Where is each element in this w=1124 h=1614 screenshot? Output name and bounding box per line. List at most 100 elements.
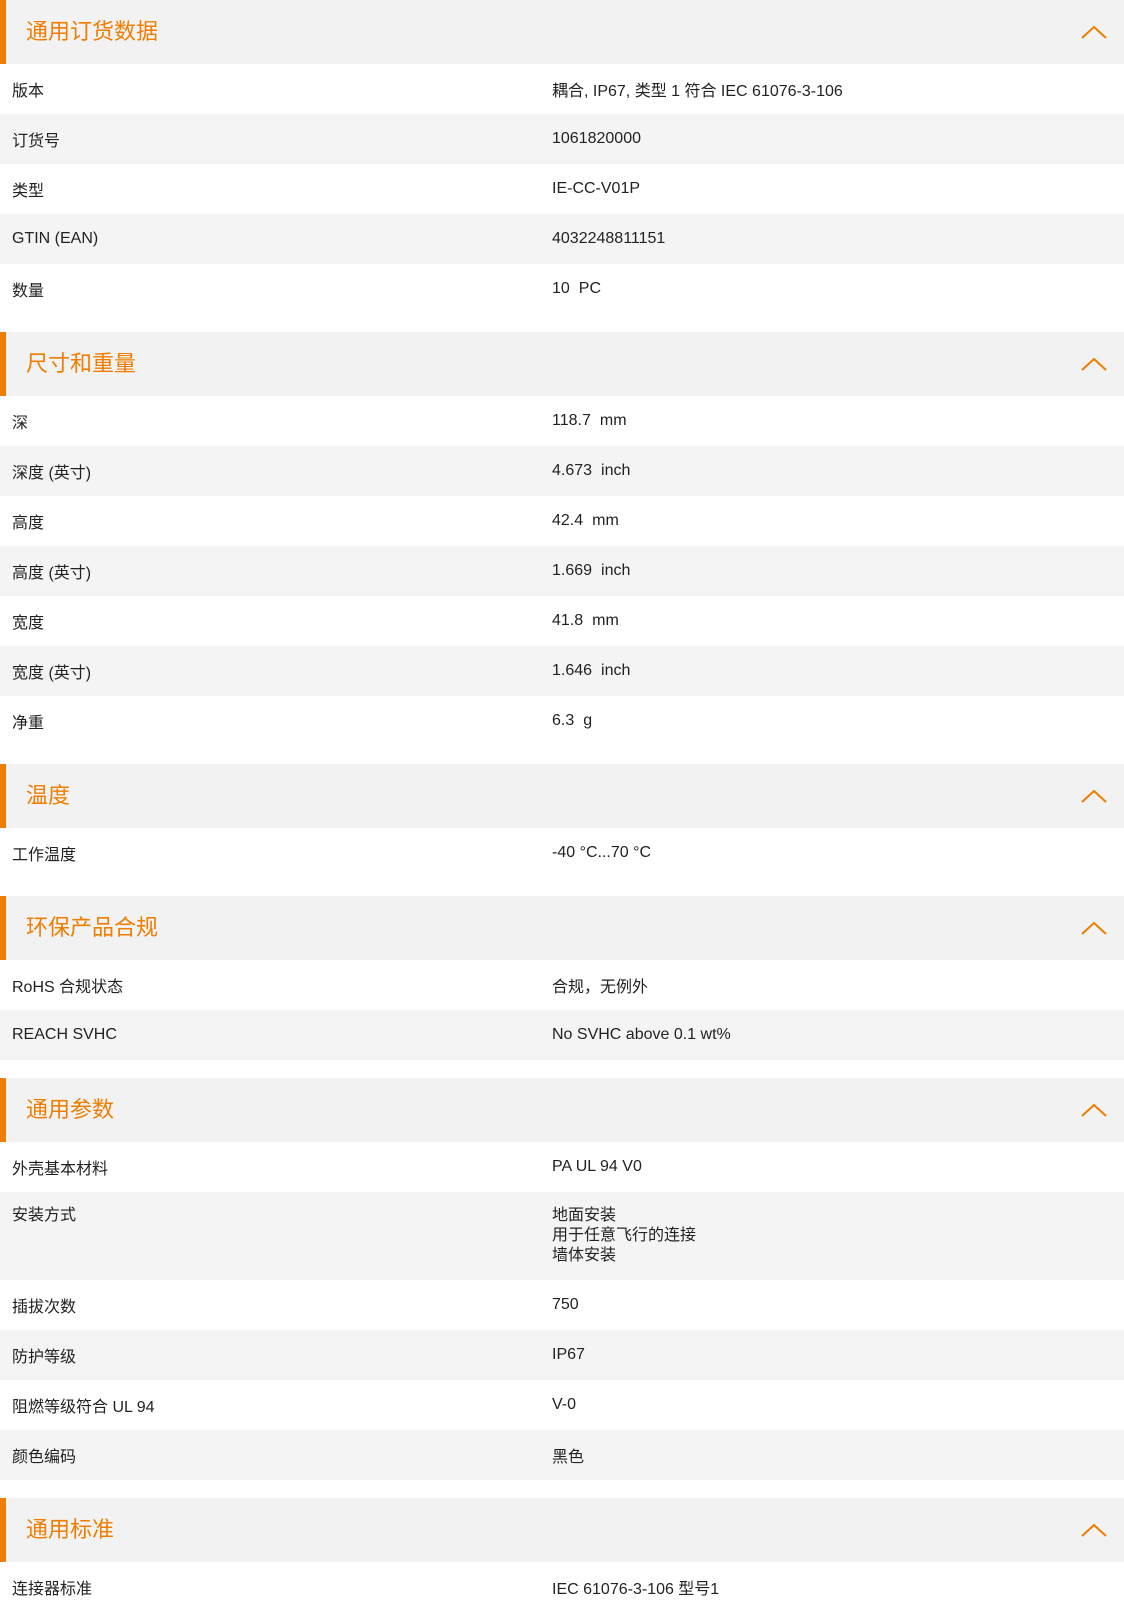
spec-value: IE-CC-V01P bbox=[552, 180, 641, 197]
spec-value: PA UL 94 V0 bbox=[552, 1158, 642, 1175]
spec-label: 连接器标准 bbox=[12, 1581, 93, 1598]
spec-label: 深 bbox=[12, 415, 29, 432]
spec-row: 深度 (英寸) 4.673 inch bbox=[0, 446, 1124, 496]
spec-row: REACH SVHC No SVHC above 0.1 wt% bbox=[0, 1010, 1124, 1060]
section-title: 温度 bbox=[26, 783, 71, 808]
chevron-up-icon[interactable] bbox=[1080, 356, 1108, 372]
section-header[interactable]: 通用标准 bbox=[0, 1498, 1124, 1562]
spec-label: 阻燃等级符合 UL 94 bbox=[12, 1399, 155, 1416]
spec-unit: mm bbox=[592, 612, 619, 629]
chevron-up-icon[interactable] bbox=[1080, 920, 1108, 936]
spec-value: V-0 bbox=[552, 1396, 577, 1413]
spec-number: 1.669 bbox=[552, 562, 593, 579]
section-title: 通用订货数据 bbox=[26, 19, 159, 44]
spec-label: 颜色编码 bbox=[12, 1449, 77, 1466]
section-title: 通用参数 bbox=[26, 1097, 115, 1122]
spec-value: 750 bbox=[552, 1296, 579, 1313]
spec-number: 4.673 bbox=[552, 462, 593, 479]
spec-label: 高度 bbox=[12, 515, 45, 532]
section-title: 通用标准 bbox=[26, 1517, 115, 1542]
spec-unit: g bbox=[583, 712, 593, 729]
spec-row: GTIN (EAN) 4032248811151 bbox=[0, 214, 1124, 264]
spec-value: No SVHC above 0.1 wt% bbox=[552, 1026, 731, 1043]
spec-label: GTIN (EAN) bbox=[12, 230, 99, 247]
spec-value-with-unit: 1.646 inch bbox=[552, 662, 630, 680]
section-ordering-data: 通用订货数据 版本 耦合, IP67, 类型 1 符合 IEC 61076-3-… bbox=[0, 0, 1124, 314]
spec-label: REACH SVHC bbox=[12, 1026, 117, 1043]
spec-value: IP67 bbox=[552, 1346, 585, 1363]
spec-value-with-unit: 118.7 mm bbox=[552, 412, 627, 430]
chevron-up-icon[interactable] bbox=[1080, 1522, 1108, 1538]
spec-row: 版本 耦合, IP67, 类型 1 符合 IEC 61076-3-106 bbox=[0, 64, 1124, 114]
section-general-parameters: 通用参数 外壳基本材料 PA UL 94 V0 安装方式 地面安装 用于任意飞行… bbox=[0, 1078, 1124, 1480]
spec-label: 宽度 (英寸) bbox=[12, 665, 92, 682]
spec-row: 宽度 41.8 mm bbox=[0, 596, 1124, 646]
chevron-up-icon[interactable] bbox=[1080, 788, 1108, 804]
section-header[interactable]: 通用订货数据 bbox=[0, 0, 1124, 64]
spec-value-with-unit: 4.673 inch bbox=[552, 462, 630, 480]
spec-row: 数量 10 PC bbox=[0, 264, 1124, 314]
spec-label: 工作温度 bbox=[12, 847, 77, 864]
section-header[interactable]: 温度 bbox=[0, 764, 1124, 828]
chevron-up-icon[interactable] bbox=[1080, 1102, 1108, 1118]
spec-row: 防护等级 IP67 bbox=[0, 1330, 1124, 1380]
spec-row: 宽度 (英寸) 1.646 inch bbox=[0, 646, 1124, 696]
spec-label: 净重 bbox=[12, 715, 45, 732]
spec-unit: PC bbox=[578, 280, 602, 297]
spec-row: 插拔次数 750 bbox=[0, 1280, 1124, 1330]
spec-number: 10 bbox=[552, 280, 570, 297]
spec-row: 安装方式 地面安装 用于任意飞行的连接 墙体安装 bbox=[0, 1192, 1124, 1280]
spec-label: 插拔次数 bbox=[12, 1299, 77, 1316]
section-title: 尺寸和重量 bbox=[26, 351, 137, 376]
section-environmental-compliance: 环保产品合规 RoHS 合规状态 合规，无例外 REACH SVHC No SV… bbox=[0, 896, 1124, 1060]
spec-number: 6.3 bbox=[552, 712, 575, 729]
spec-row: 颜色编码 黑色 bbox=[0, 1430, 1124, 1480]
spec-label: 高度 (英寸) bbox=[12, 565, 92, 582]
spec-value-with-unit: 10 PC bbox=[552, 280, 601, 298]
spec-value: 1061820000 bbox=[552, 130, 641, 147]
section-title: 环保产品合规 bbox=[26, 915, 159, 940]
spec-label: 宽度 bbox=[12, 615, 45, 632]
spec-label: 外壳基本材料 bbox=[12, 1161, 109, 1178]
spec-value: 黑色 bbox=[552, 1449, 585, 1466]
spec-label: 数量 bbox=[12, 283, 45, 300]
section-header[interactable]: 尺寸和重量 bbox=[0, 332, 1124, 396]
spec-row: 深 118.7 mm bbox=[0, 396, 1124, 446]
spec-row: 外壳基本材料 PA UL 94 V0 bbox=[0, 1142, 1124, 1192]
section-header[interactable]: 环保产品合规 bbox=[0, 896, 1124, 960]
spec-row: 工作温度 -40 °C...70 °C bbox=[0, 828, 1124, 878]
spec-row: 高度 (英寸) 1.669 inch bbox=[0, 546, 1124, 596]
spec-value-line: 墙体安装 bbox=[552, 1247, 617, 1264]
section-dimensions-weight: 尺寸和重量 深 118.7 mm 深度 (英寸) 4.673 inch 高度 42.… bbox=[0, 332, 1124, 746]
section-header[interactable]: 通用参数 bbox=[0, 1078, 1124, 1142]
spec-label: 安装方式 bbox=[12, 1207, 77, 1224]
spec-number: 1.646 bbox=[552, 662, 593, 679]
spec-row: 连接器标准 IEC 61076-3-106 型号1 bbox=[0, 1562, 1124, 1612]
spec-value: 4032248811151 bbox=[552, 230, 666, 247]
spec-value-with-unit: 42.4 mm bbox=[552, 512, 619, 530]
spec-value-with-unit: 1.669 inch bbox=[552, 562, 630, 580]
spec-label: 深度 (英寸) bbox=[12, 465, 92, 482]
spec-number: 41.8 bbox=[552, 612, 584, 629]
spec-value: 耦合, IP67, 类型 1 符合 IEC 61076-3-106 bbox=[552, 83, 843, 100]
spec-label: 防护等级 bbox=[12, 1349, 77, 1366]
chevron-up-icon[interactable] bbox=[1080, 24, 1108, 40]
section-temperature: 温度 工作温度 -40 °C...70 °C bbox=[0, 764, 1124, 878]
spec-unit: mm bbox=[599, 412, 627, 429]
spec-row: RoHS 合规状态 合规，无例外 bbox=[0, 960, 1124, 1010]
spec-row: 阻燃等级符合 UL 94 V-0 bbox=[0, 1380, 1124, 1430]
spec-label: 类型 bbox=[12, 183, 45, 200]
spec-unit: inch bbox=[601, 662, 631, 679]
spec-row: 净重 6.3 g bbox=[0, 696, 1124, 746]
spec-number: 42.4 bbox=[552, 512, 584, 529]
spec-unit: mm bbox=[592, 512, 619, 529]
spec-label: RoHS 合规状态 bbox=[12, 979, 124, 996]
spec-unit: inch bbox=[601, 462, 631, 479]
spec-value: 合规，无例外 bbox=[552, 979, 649, 996]
spec-label: 订货号 bbox=[12, 133, 61, 150]
spec-value-multiline: 地面安装 用于任意飞行的连接 墙体安装 bbox=[552, 1192, 696, 1266]
spec-unit: inch bbox=[601, 562, 631, 579]
section-general-standards: 通用标准 连接器标准 IEC 61076-3-106 型号1 bbox=[0, 1498, 1124, 1612]
spec-value-with-unit: 6.3 g bbox=[552, 712, 592, 730]
spec-value-line: 地面安装 bbox=[552, 1207, 617, 1224]
